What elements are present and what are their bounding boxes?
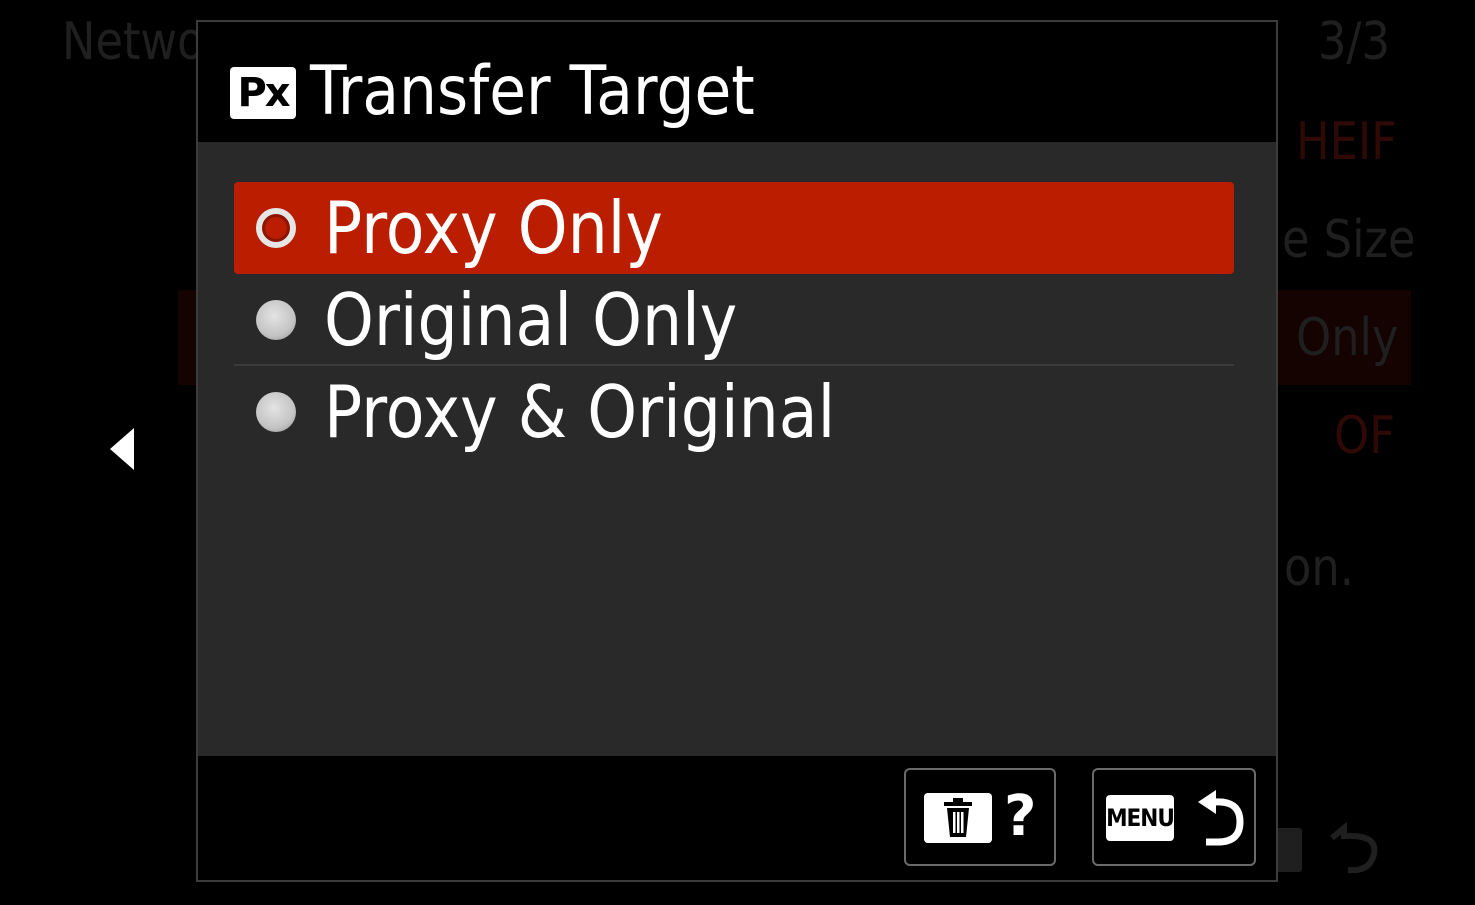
option-proxy-only[interactable]: Proxy Only bbox=[234, 182, 1234, 274]
radio-selected-icon bbox=[256, 208, 296, 248]
bg-item-value-3: Only bbox=[1296, 308, 1399, 368]
option-label: Proxy & Original bbox=[324, 370, 836, 454]
help-label: ? bbox=[1004, 784, 1037, 849]
bg-item-value-2: e Size bbox=[1282, 210, 1416, 270]
bg-page-indicator: 3/3 bbox=[1318, 12, 1390, 72]
bg-description-text: on. bbox=[1284, 538, 1354, 598]
trash-icon bbox=[924, 793, 992, 843]
bg-menu-title: Netwo bbox=[62, 12, 205, 72]
menu-label: MENU bbox=[1106, 795, 1174, 841]
dialog-title: Transfer Target bbox=[310, 52, 755, 131]
menu-back-button[interactable]: MENU bbox=[1092, 768, 1256, 866]
left-arrow-icon[interactable] bbox=[110, 428, 134, 470]
option-proxy-and-original[interactable]: Proxy & Original bbox=[234, 366, 1234, 458]
help-button[interactable]: ? bbox=[904, 768, 1056, 866]
option-label: Original Only bbox=[324, 278, 738, 362]
option-label: Proxy Only bbox=[324, 186, 663, 270]
bg-item-value-1: HEIF bbox=[1296, 112, 1397, 172]
option-original-only[interactable]: Original Only bbox=[234, 274, 1234, 366]
radio-icon bbox=[256, 392, 296, 432]
option-list: Proxy Only Original Only Proxy & Origina… bbox=[234, 182, 1234, 458]
dialog-header: Px Transfer Target bbox=[198, 22, 1276, 142]
return-icon bbox=[1198, 790, 1244, 846]
transfer-target-dialog: Px Transfer Target Proxy Only Original O… bbox=[196, 20, 1278, 882]
bg-item-value-4: OF bbox=[1334, 406, 1395, 466]
radio-icon bbox=[256, 300, 296, 340]
bg-footer-icons bbox=[1276, 821, 1378, 874]
camera-screen: Netwo 3/3 HEIF e Size Only OF on. Px Tra… bbox=[0, 0, 1475, 905]
dialog-footer: ? MENU bbox=[198, 756, 1276, 880]
px-badge-icon: Px bbox=[230, 67, 296, 119]
